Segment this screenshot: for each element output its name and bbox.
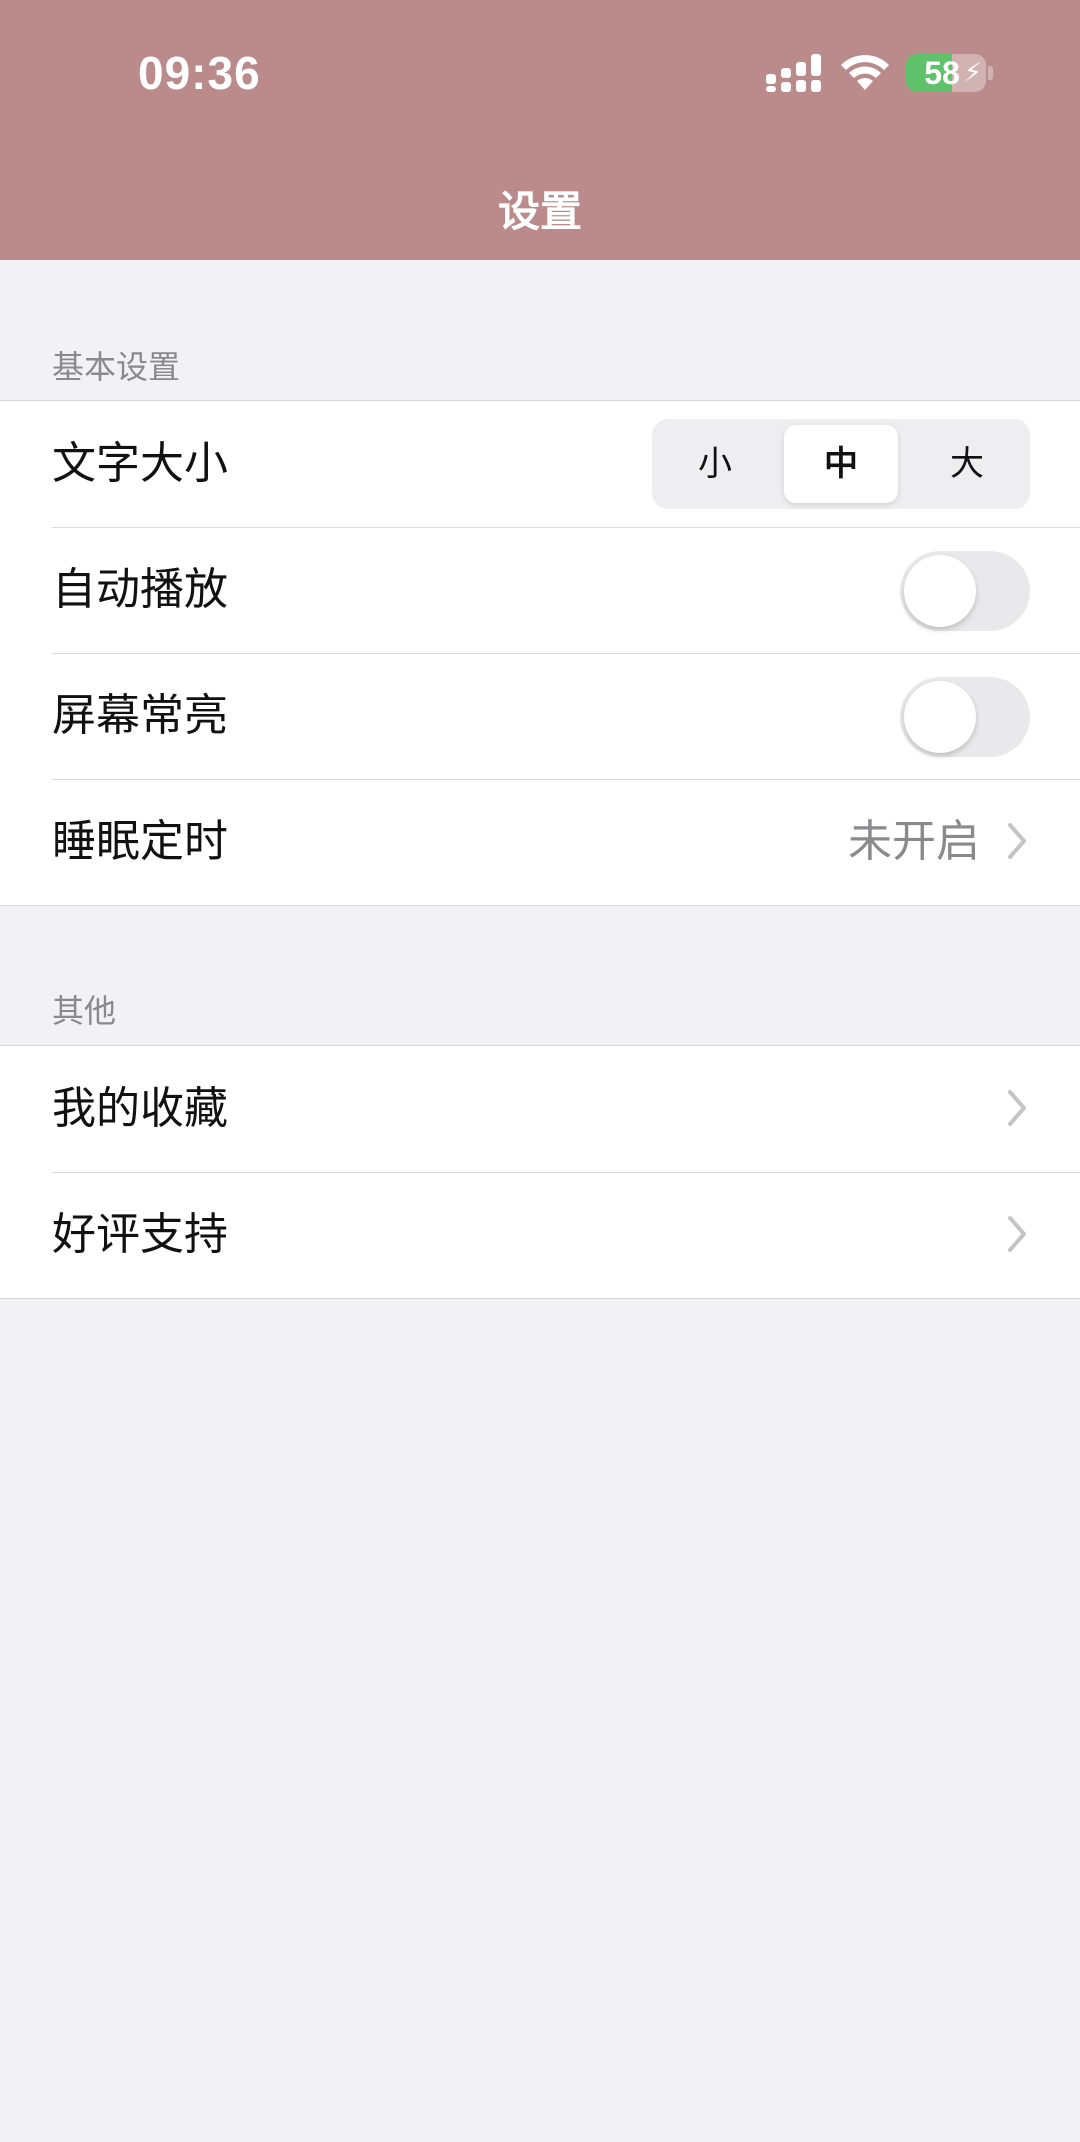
sleep-timer-value: 未开启 bbox=[848, 816, 980, 867]
row-screen-on: 屏幕常亮 bbox=[0, 653, 1080, 779]
row-rate-support[interactable]: 好评支持 bbox=[0, 1172, 1080, 1298]
row-autoplay: 自动播放 bbox=[0, 527, 1080, 653]
autoplay-toggle[interactable] bbox=[900, 551, 1030, 631]
settings-group-other: 我的收藏 好评支持 bbox=[0, 1045, 1080, 1299]
status-time: 09:36 bbox=[138, 47, 261, 99]
row-label: 我的收藏 bbox=[52, 1083, 228, 1134]
segment-small[interactable]: 小 bbox=[658, 425, 772, 503]
row-label: 屏幕常亮 bbox=[52, 690, 228, 741]
row-label: 好评支持 bbox=[52, 1209, 228, 1260]
wifi-icon bbox=[841, 55, 889, 90]
chevron-right-icon bbox=[1008, 1216, 1026, 1252]
header-bar: 09:36 58 ⚡ 设置 bbox=[0, 0, 1080, 260]
section-header-other: 其他 bbox=[52, 992, 117, 1030]
row-favorites[interactable]: 我的收藏 bbox=[0, 1046, 1080, 1172]
toggle-knob bbox=[904, 681, 976, 753]
row-label: 睡眠定时 bbox=[52, 816, 228, 867]
toggle-knob bbox=[904, 555, 976, 627]
battery-nub bbox=[988, 66, 993, 80]
chevron-right-icon bbox=[1008, 823, 1026, 859]
font-size-segmented-control: 小 中 大 bbox=[652, 419, 1030, 509]
section-header-basic: 基本设置 bbox=[52, 348, 181, 386]
row-sleep-timer[interactable]: 睡眠定时 未开启 bbox=[0, 779, 1080, 905]
page-title: 设置 bbox=[497, 187, 582, 236]
chevron-right-icon bbox=[1008, 1090, 1026, 1126]
row-label: 文字大小 bbox=[52, 438, 228, 489]
row-label: 自动播放 bbox=[52, 564, 228, 615]
screen-on-toggle[interactable] bbox=[900, 677, 1030, 757]
segment-large[interactable]: 大 bbox=[910, 425, 1024, 503]
cellular-signal-icon bbox=[766, 54, 821, 92]
bolt-icon: ⚡ bbox=[963, 58, 982, 88]
battery-charging-icon: 58 ⚡ bbox=[906, 54, 986, 92]
row-font-size: 文字大小 小 中 大 bbox=[0, 401, 1080, 527]
settings-group-basic: 文字大小 小 中 大 自动播放 屏幕常亮 睡眠定时 未开启 bbox=[0, 400, 1080, 906]
segment-medium[interactable]: 中 bbox=[784, 425, 898, 503]
